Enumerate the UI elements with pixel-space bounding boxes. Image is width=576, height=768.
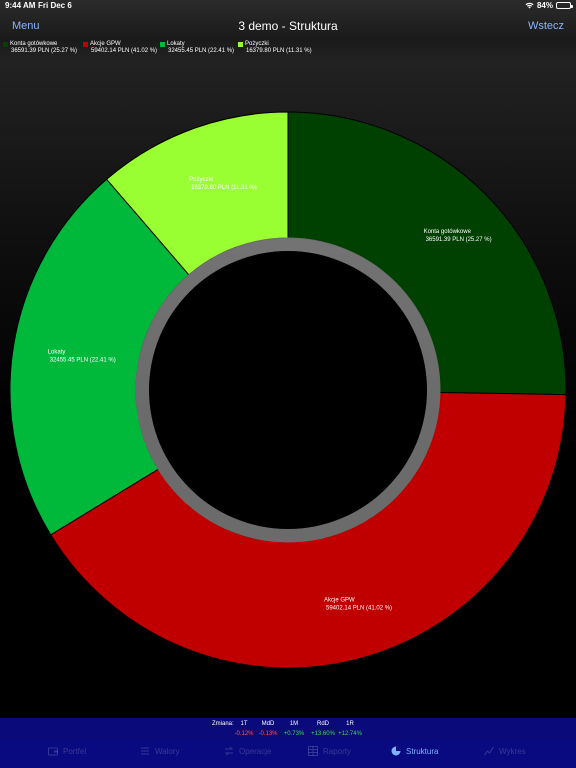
tab-label: Wykres — [499, 746, 526, 756]
legend-name: Lokaty — [167, 41, 185, 47]
slice-value: 16379.80 PLN (11.31 %) — [191, 185, 257, 191]
page-title: 3 demo - Struktura — [238, 19, 338, 33]
battery-percent: 84% — [536, 1, 553, 10]
tab-label: Struktura — [406, 746, 439, 756]
slice-label: Lokaty — [48, 350, 66, 356]
tab-portfel[interactable]: Portfel — [48, 746, 86, 756]
tab-walory[interactable]: Walory — [140, 746, 180, 756]
slice-value: 36591.39 PLN (25.27 %) — [426, 237, 492, 243]
change-strip: Zmiana: 1T -0.12% MdD -0.13% 1M +0.73% R… — [0, 718, 576, 740]
chart-legend: Konta gotówkowe 36591.39 PLN (25.27 %) A… — [3, 41, 573, 59]
status-date: Fri Dec 6 — [38, 1, 72, 10]
legend-swatch — [83, 42, 88, 47]
list-icon — [141, 747, 149, 755]
table-icon — [308, 746, 318, 756]
slice-label: Akcje GPW — [324, 597, 355, 603]
slice-value: 32455.45 PLN (22.41 %) — [50, 358, 116, 364]
legend-name: Pożyczki — [245, 41, 269, 47]
status-time: 9:44 AM — [5, 1, 36, 10]
slice-label: Konta gotówkowe — [424, 229, 472, 235]
wallet-icon — [48, 747, 58, 756]
change-period: 1R — [346, 721, 354, 727]
exchange-icon — [224, 746, 234, 756]
donut-hole — [149, 251, 427, 529]
back-button[interactable]: Wstecz — [528, 20, 564, 32]
legend-swatch — [3, 42, 8, 47]
legend-value: 59402.14 PLN (41.02 %) — [91, 48, 158, 54]
tab-label: Walory — [155, 746, 180, 756]
tab-operacje[interactable]: Operacje — [224, 746, 271, 756]
tab-label: Portfel — [63, 746, 87, 756]
status-indicators: 84% — [525, 1, 573, 10]
slice-value: 59402.14 PLN (41.02 %) — [326, 605, 392, 611]
wifi-icon — [525, 2, 534, 9]
tab-bar: Portfel Walory Operacje Raporty Struktur… — [0, 740, 576, 768]
tab-label: Raporty — [323, 746, 352, 756]
line-chart-icon — [484, 746, 494, 756]
legend-name: Konta gotówkowe — [10, 41, 58, 47]
legend-name: Akcje GPW — [90, 41, 121, 47]
legend-swatch — [238, 42, 243, 47]
tab-raporty[interactable]: Raporty — [308, 746, 351, 756]
donut-chart: Konta gotówkowe 36591.39 PLN (25.27 %) Akc… — [9, 111, 567, 669]
navigation-bar: Menu 3 demo - Struktura Wstecz — [0, 14, 576, 38]
change-item: 1R +12.74% — [332, 721, 368, 738]
slice-label: Pożyczki — [189, 177, 213, 183]
legend-value: 32455.45 PLN (22.41 %) — [168, 48, 235, 54]
tab-label: Operacje — [239, 746, 272, 756]
pie-chart-icon — [391, 746, 401, 756]
legend-value: 16379.80 PLN (11.31 %) — [246, 48, 312, 54]
tab-wykres[interactable]: Wykres — [484, 746, 526, 756]
change-value: +12.74% — [338, 731, 362, 737]
battery-icon — [556, 2, 573, 9]
legend-swatch — [160, 42, 165, 47]
legend-value: 36591.39 PLN (25.27 %) — [11, 48, 78, 54]
status-bar: 9:44 AM Fri Dec 6 84% — [0, 0, 576, 12]
tab-struktura[interactable]: Struktura — [391, 746, 438, 756]
